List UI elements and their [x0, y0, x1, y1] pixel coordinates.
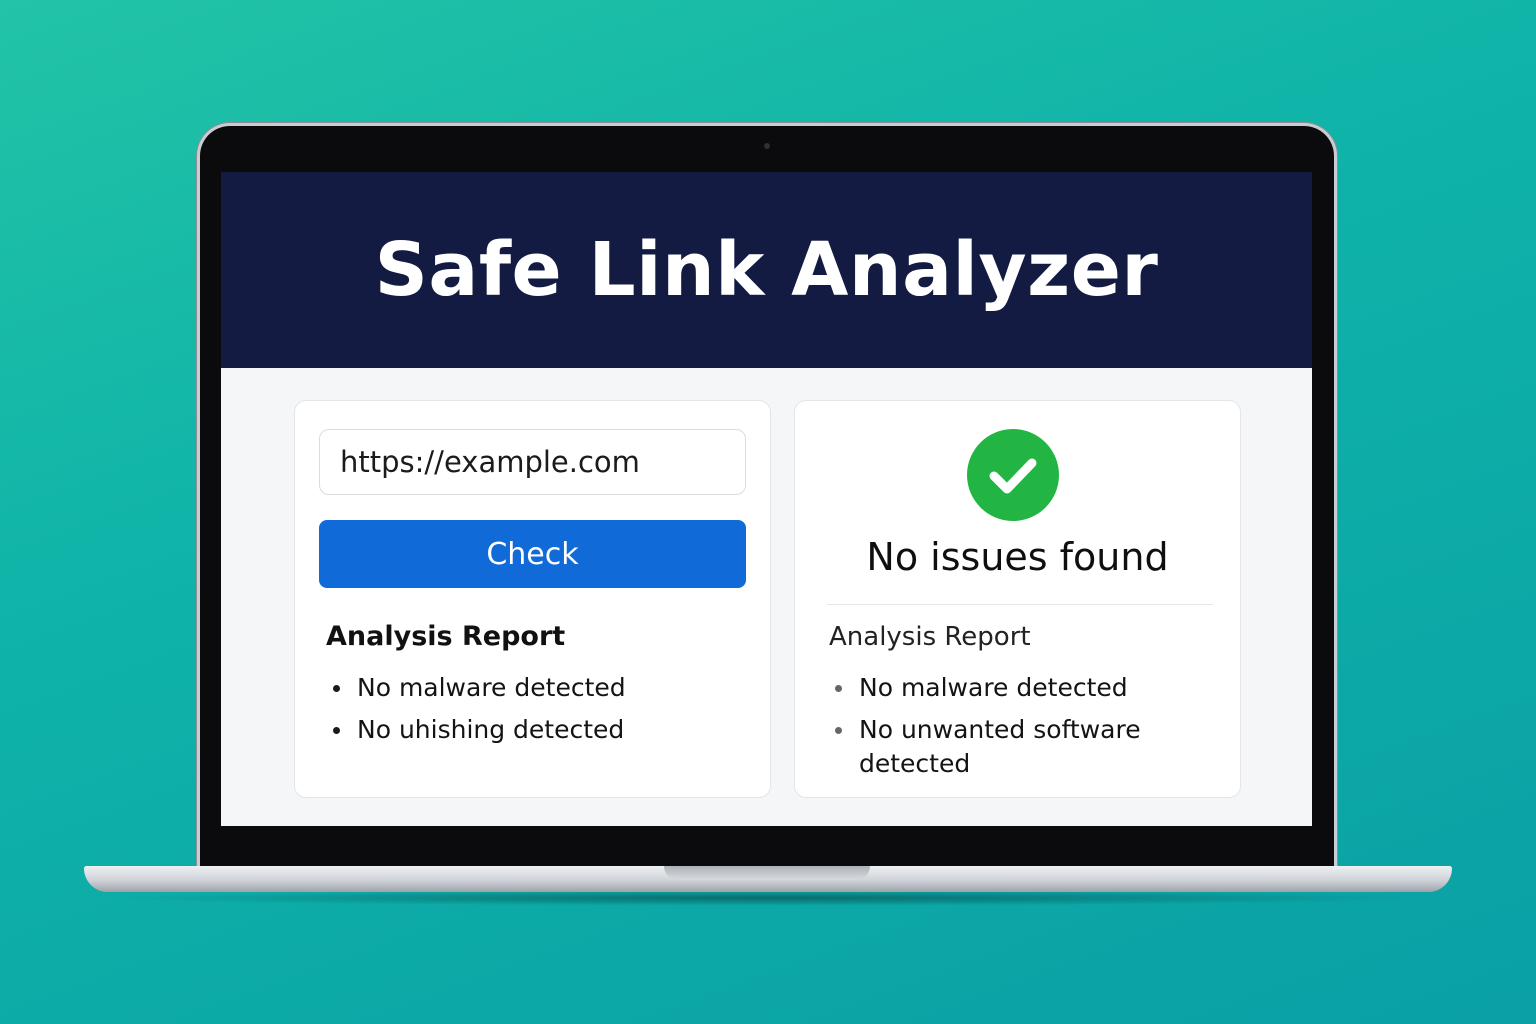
- result-status: No issues found: [866, 535, 1169, 579]
- list-item: No unwanted software detected: [827, 713, 1207, 781]
- webcam-icon: [764, 143, 770, 149]
- report-heading: Analysis Report: [326, 621, 566, 652]
- check-button[interactable]: Check: [319, 520, 746, 588]
- app-header: Safe Link Analyzer: [221, 172, 1312, 368]
- laptop-shadow: [100, 890, 1436, 906]
- list-item: No malware detected: [827, 671, 1207, 705]
- laptop-notch: [664, 866, 870, 880]
- report-list: No malware detected No unwanted software…: [827, 671, 1207, 789]
- report-list: No malware detected No uhishing detected: [325, 671, 745, 755]
- app-window: Safe Link Analyzer Check Analysis Report…: [221, 172, 1312, 826]
- result-card: No issues found Analysis Report No malwa…: [794, 400, 1241, 798]
- url-input[interactable]: [319, 429, 746, 495]
- app-title: Safe Link Analyzer: [374, 227, 1159, 313]
- list-item: No malware detected: [325, 671, 745, 705]
- scan-card: Check Analysis Report No malware detecte…: [294, 400, 771, 798]
- list-item: No uhishing detected: [325, 713, 745, 747]
- report-heading: Analysis Report: [829, 622, 1031, 652]
- check-icon: [967, 429, 1059, 521]
- divider: [827, 604, 1213, 605]
